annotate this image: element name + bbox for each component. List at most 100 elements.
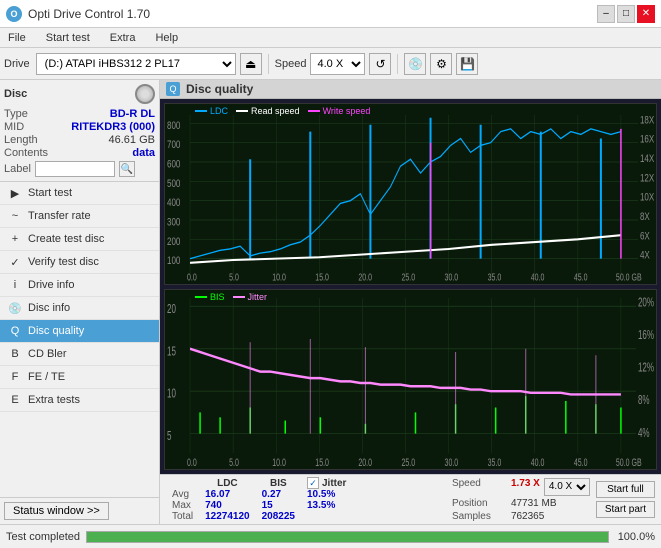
menu-extra[interactable]: Extra (106, 31, 140, 45)
label-button[interactable]: 🔍 (119, 161, 135, 177)
save-button[interactable]: 💾 (456, 53, 478, 75)
disc-button[interactable]: 💿 (404, 53, 426, 75)
nav-icon-disc-quality: Q (8, 324, 22, 338)
svg-text:12X: 12X (640, 172, 655, 185)
stats-left: LDC BIS ✓ Jitter Avg 16.07 0. (166, 477, 364, 522)
stats-empty (166, 477, 199, 489)
menu-bar: File Start test Extra Help (0, 28, 661, 48)
label-label: Label (4, 163, 31, 175)
nav-item-transfer-rate[interactable]: ~Transfer rate (0, 205, 159, 228)
jitter-checkbox[interactable]: ✓ (307, 477, 319, 489)
nav-item-disc-info[interactable]: 💿Disc info (0, 297, 159, 320)
progress-bar (86, 531, 609, 543)
speed-stat-select[interactable]: 4.0 X (544, 478, 590, 496)
svg-text:45.0: 45.0 (574, 456, 588, 469)
svg-text:12%: 12% (638, 360, 654, 374)
svg-text:6X: 6X (640, 230, 650, 243)
svg-text:50.0 GB: 50.0 GB (616, 456, 642, 469)
chart1-legend: LDC Read speed Write speed (195, 106, 370, 116)
speed-select[interactable]: 4.0 X (310, 53, 365, 75)
drive-label: Drive (4, 58, 30, 70)
progress-percent: 100.0% (615, 531, 655, 543)
nav-item-drive-info[interactable]: iDrive info (0, 274, 159, 297)
nav-label-disc-quality: Disc quality (28, 325, 84, 337)
sidebar: Disc Type BD-R DL MID RITEKDR3 (000) Len… (0, 80, 160, 524)
nav-item-extra-tests[interactable]: EExtra tests (0, 389, 159, 412)
nav-item-start-test[interactable]: ▶Start test (0, 182, 159, 205)
max-label: Max (166, 500, 199, 511)
svg-text:4X: 4X (640, 249, 650, 262)
nav-icon-disc-info: 💿 (8, 301, 22, 315)
svg-text:15: 15 (167, 344, 176, 358)
status-window-button[interactable]: Status window >> (4, 502, 109, 520)
write-speed-color (308, 110, 320, 112)
nav-label-transfer-rate: Transfer rate (28, 210, 91, 222)
avg-jitter: 10.5% (301, 489, 352, 500)
max-ldc: 740 (199, 500, 256, 511)
label-input[interactable] (35, 161, 115, 177)
app-icon: O (6, 6, 22, 22)
quality-header: Q Disc quality (160, 80, 661, 99)
ldc-chart: LDC Read speed Write speed 800 (164, 103, 657, 285)
content-area: Q Disc quality LDC Read speed (160, 80, 661, 524)
read-speed-color (236, 110, 248, 112)
nav-item-disc-quality[interactable]: Q Disc quality (0, 320, 159, 343)
disc-title: Disc (4, 88, 27, 100)
legend-write-label: Write speed (323, 106, 371, 116)
svg-text:800: 800 (167, 120, 180, 133)
disc-panel: Disc Type BD-R DL MID RITEKDR3 (000) Len… (0, 80, 159, 182)
nav-icon-cd-bler: B (8, 347, 22, 361)
disc-icon[interactable] (135, 84, 155, 104)
bis-chart: BIS Jitter 20 15 10 5 20% 16% (164, 289, 657, 471)
legend-ldc: LDC (195, 106, 228, 116)
status-bar: Test completed 100.0% (0, 524, 661, 548)
nav-icon-verify-test-disc: ✓ (8, 255, 22, 269)
svg-text:15.0: 15.0 (315, 272, 329, 283)
nav-item-create-test-disc[interactable]: +Create test disc (0, 228, 159, 251)
start-full-button[interactable]: Start full (596, 481, 655, 498)
nav-item-verify-test-disc[interactable]: ✓Verify test disc (0, 251, 159, 274)
svg-text:50.0 GB: 50.0 GB (616, 272, 642, 283)
nav-label-extra-tests: Extra tests (28, 394, 80, 406)
legend-read-label: Read speed (251, 106, 300, 116)
status-text: Test completed (6, 531, 80, 543)
refresh-button[interactable]: ↺ (369, 53, 391, 75)
svg-text:10.0: 10.0 (272, 456, 286, 469)
svg-text:0.0: 0.0 (187, 456, 197, 469)
menu-help[interactable]: Help (151, 31, 182, 45)
nav-icon-drive-info: i (8, 278, 22, 292)
svg-text:400: 400 (167, 197, 180, 210)
svg-text:5.0: 5.0 (229, 456, 239, 469)
drive-select[interactable]: (D:) ATAPI iHBS312 2 PL17 (36, 53, 236, 75)
title-bar: O Opti Drive Control 1.70 – □ ✕ (0, 0, 661, 28)
nav-item-cd-bler[interactable]: BCD Bler (0, 343, 159, 366)
speed-info: Speed 1.73 X 4.0 X Position 47731 MB Sam… (452, 478, 590, 522)
toolbar-separator2 (397, 54, 398, 74)
minimize-button[interactable]: – (597, 5, 615, 23)
svg-text:40.0: 40.0 (531, 456, 545, 469)
close-button[interactable]: ✕ (637, 5, 655, 23)
svg-text:10.0: 10.0 (272, 272, 286, 283)
svg-text:25.0: 25.0 (401, 272, 415, 283)
nav-item-fe-te[interactable]: FFE / TE (0, 366, 159, 389)
main-layout: Disc Type BD-R DL MID RITEKDR3 (000) Len… (0, 80, 661, 524)
contents-value: data (132, 147, 155, 159)
settings-button[interactable]: ⚙ (430, 53, 452, 75)
eject-button[interactable]: ⏏ (240, 53, 262, 75)
quality-title: Disc quality (186, 82, 253, 96)
menu-file[interactable]: File (4, 31, 30, 45)
samples-label: Samples (452, 511, 507, 522)
start-part-button[interactable]: Start part (596, 501, 655, 518)
svg-text:30.0: 30.0 (445, 272, 459, 283)
chart2-svg: 20 15 10 5 20% 16% 12% 8% 4% (165, 290, 656, 470)
svg-text:20.0: 20.0 (358, 456, 372, 469)
svg-text:25.0: 25.0 (401, 456, 415, 469)
max-jitter: 13.5% (301, 500, 352, 511)
legend-bis: BIS (195, 292, 225, 302)
avg-label: Avg (166, 489, 199, 500)
svg-text:0.0: 0.0 (187, 272, 197, 283)
menu-start-test[interactable]: Start test (42, 31, 94, 45)
toolbar-separator (268, 54, 269, 74)
svg-text:45.0: 45.0 (574, 272, 588, 283)
maximize-button[interactable]: □ (617, 5, 635, 23)
